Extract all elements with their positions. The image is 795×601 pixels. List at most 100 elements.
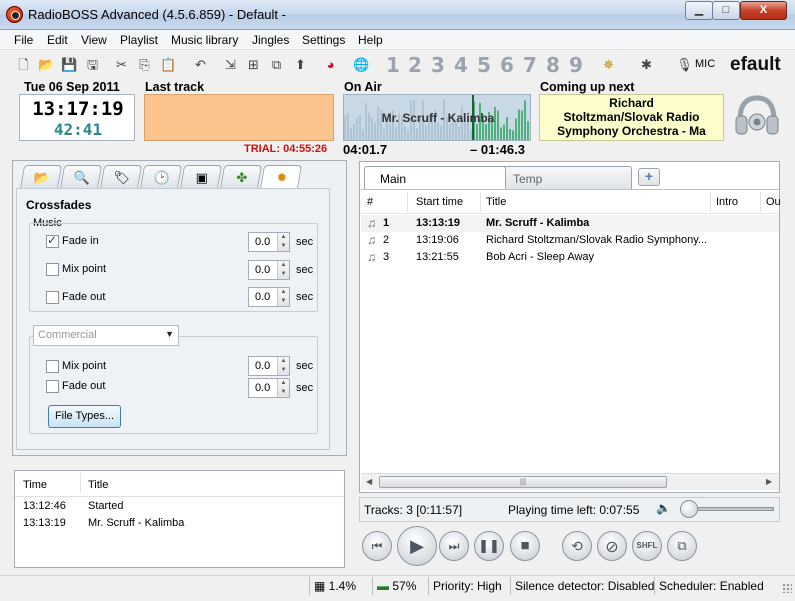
hotkeys-icon[interactable]: ✱ — [638, 56, 655, 73]
history-col-time[interactable]: Time — [23, 479, 47, 491]
commercial-fade-out-spinner[interactable]: 0.0 ▲ ▼ — [248, 378, 290, 398]
mic-icon[interactable]: 🎙 — [676, 56, 693, 73]
paste-icon[interactable]: 📋 — [160, 56, 177, 73]
horizontal-scrollbar[interactable]: ◀ ||| ▶ — [361, 473, 779, 490]
col-title[interactable]: Title — [486, 196, 506, 208]
spinner-arrows-icon[interactable]: ▲ ▼ — [277, 261, 289, 279]
stop-button[interactable]: ■ — [510, 531, 540, 561]
add-tab-button[interactable]: + — [638, 168, 660, 186]
history-row-title[interactable]: Mr. Scruff - Kalimba — [88, 517, 184, 529]
save-as-icon[interactable]: 🖫 — [84, 56, 101, 73]
sound-effects-icon[interactable]: ✵ — [600, 56, 617, 73]
title-bar: RadioBOSS Advanced (4.5.6.859) - Default… — [0, 0, 795, 30]
tab-main[interactable]: Main — [364, 166, 506, 190]
jingle-6-button[interactable]: 6 — [500, 53, 514, 77]
scroll-left-icon[interactable]: ◀ — [366, 477, 372, 486]
menu-help[interactable]: Help — [358, 33, 383, 47]
app-icon[interactable] — [6, 6, 23, 23]
jingle-2-button[interactable]: 2 — [408, 53, 422, 77]
repeat-button[interactable]: ⟲ — [562, 531, 592, 561]
playlist-mode-button[interactable]: ⧉ — [667, 531, 697, 561]
tab-temp[interactable]: Temp — [500, 166, 632, 189]
resize-grip[interactable] — [782, 583, 792, 593]
mix-point-checkbox[interactable] — [46, 263, 59, 276]
menu-view[interactable]: View — [81, 33, 107, 47]
spinner-arrows-icon[interactable]: ▲ ▼ — [277, 379, 289, 397]
tab-plugins[interactable]: ✤ — [219, 165, 263, 189]
tab-scheduler[interactable]: 🕑 — [139, 165, 183, 189]
scroll-right-icon[interactable]: ▶ — [766, 477, 772, 486]
menu-jingles[interactable]: Jingles — [252, 33, 289, 47]
copy-icon[interactable]: ⎘ — [136, 56, 153, 73]
col-number[interactable]: # — [367, 196, 373, 208]
save-icon[interactable]: 💾 — [61, 56, 78, 73]
add-playlist-icon[interactable]: ⬆ — [292, 56, 309, 73]
jingle-8-button[interactable]: 8 — [546, 53, 560, 77]
speaker-icon[interactable]: 🔈 — [656, 501, 671, 515]
close-button[interactable]: X — [740, 1, 787, 20]
pause-button[interactable]: ❚❚ — [474, 531, 504, 561]
commercial-mix-point-spinner[interactable]: 0.0 ▲ ▼ — [248, 356, 290, 376]
add-files-icon[interactable]: ⊞ — [245, 56, 262, 73]
commercial-mix-point-checkbox[interactable] — [46, 360, 59, 373]
menu-settings[interactable]: Settings — [302, 33, 345, 47]
play-button[interactable]: ▶ — [397, 526, 437, 566]
jingle-7-button[interactable]: 7 — [523, 53, 537, 77]
stream-icon[interactable]: ◕ — [322, 56, 339, 73]
fade-in-checkbox[interactable] — [46, 233, 59, 248]
fade-in-spinner[interactable]: 0.0 ▲ ▼ — [248, 232, 290, 252]
history-row-title[interactable]: Started — [88, 500, 123, 512]
spinner-arrows-icon[interactable]: ▲ ▼ — [277, 357, 289, 375]
menu-playlist[interactable]: Playlist — [120, 33, 158, 47]
scrollbar-thumb[interactable]: ||| — [379, 476, 667, 488]
stop-after-button[interactable]: ⊘ — [597, 531, 627, 561]
tab-cartwall[interactable]: ▣ — [179, 165, 223, 189]
history-col-title[interactable]: Title — [88, 479, 108, 491]
menu-edit[interactable]: Edit — [47, 33, 68, 47]
spinner-arrows-icon[interactable]: ▲ ▼ — [277, 233, 289, 251]
globe-icon[interactable]: 🌐 — [353, 56, 370, 73]
minimize-button[interactable]: ▁ — [685, 1, 713, 20]
commercial-fade-out-checkbox[interactable] — [46, 380, 59, 393]
fade-out-checkbox[interactable] — [46, 291, 59, 304]
add-folder-icon[interactable]: ⧉ — [268, 56, 285, 73]
mix-point-spinner[interactable]: 0.0 ▲ ▼ — [248, 260, 290, 280]
volume-slider-knob[interactable] — [680, 500, 698, 518]
new-file-icon[interactable]: 🗋 — [15, 56, 32, 73]
jingle-1-button[interactable]: 1 — [386, 53, 400, 77]
spinner-arrows-icon[interactable]: ▲ ▼ — [277, 288, 289, 306]
next-button[interactable]: ⏭ — [439, 531, 469, 561]
tab-files[interactable]: 📂 — [19, 165, 63, 189]
open-folder-icon[interactable]: 📂 — [38, 56, 55, 73]
jingle-3-button[interactable]: 3 — [431, 53, 445, 77]
undo-icon[interactable]: ↶ — [192, 56, 209, 73]
shuffle-button[interactable]: SHFL — [632, 531, 662, 561]
menu-music-library[interactable]: Music library — [171, 33, 238, 47]
jingle-5-button[interactable]: 5 — [477, 53, 491, 77]
playlist-row[interactable]: ♫ 3 13:21:55 Bob Acri - Sleep Away — [361, 249, 779, 266]
maximize-button[interactable]: □ — [712, 1, 740, 20]
col-start-time[interactable]: Start time — [416, 196, 463, 208]
tab-tags[interactable]: 🏷 — [99, 165, 143, 189]
cut-icon[interactable]: ✂ — [113, 56, 130, 73]
mic-label[interactable]: MIC — [695, 58, 715, 70]
insert-track-icon[interactable]: ⇲ — [222, 56, 239, 73]
history-row-time[interactable]: 13:12:46 — [23, 500, 66, 512]
previous-button[interactable]: ⏮ — [362, 531, 392, 561]
fade-out-spinner[interactable]: 0.0 ▲ ▼ — [248, 287, 290, 307]
jingle-4-button[interactable]: 4 — [454, 53, 468, 77]
date-label: Tue 06 Sep 2011 — [24, 80, 120, 94]
history-row-time[interactable]: 13:13:19 — [23, 517, 66, 529]
playlist-row[interactable]: ♫ 1 13:13:19 Mr. Scruff - Kalimba — [361, 215, 779, 232]
tab-crossfades[interactable]: ✹ — [259, 165, 303, 189]
on-air-waveform[interactable]: Mr. Scruff - Kalimba — [343, 94, 531, 141]
menu-file[interactable]: File — [14, 33, 33, 47]
playlist-row[interactable]: ♫ 2 13:19:06 Richard Stoltzman/Slovak Ra… — [361, 232, 779, 249]
col-outro[interactable]: Ou — [766, 196, 781, 208]
file-types-button[interactable]: File Types... — [48, 405, 121, 428]
category-combo[interactable]: Commercial ▼ — [33, 325, 179, 346]
jingle-9-button[interactable]: 9 — [569, 53, 583, 77]
pause-icon: ❚❚ — [478, 538, 500, 553]
tab-search[interactable]: 🔍 — [59, 165, 103, 189]
col-intro[interactable]: Intro — [716, 196, 738, 208]
